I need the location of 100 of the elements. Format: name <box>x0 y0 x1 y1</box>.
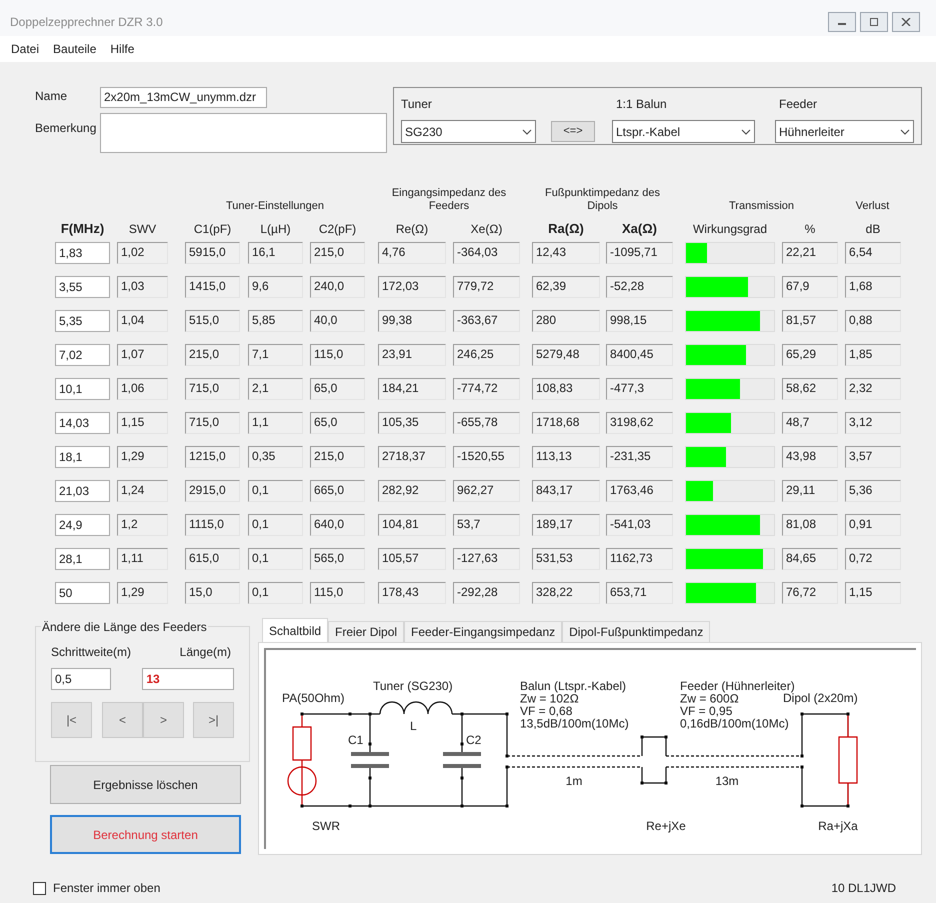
result-field: 1,02 <box>117 242 168 264</box>
minimize-button[interactable] <box>828 12 856 32</box>
result-field: 240,0 <box>310 276 365 298</box>
menu-item[interactable]: Hilfe <box>110 40 134 58</box>
close-icon <box>901 18 911 26</box>
clear-button[interactable]: Ergebnisse löschen <box>50 765 241 804</box>
result-field: 2915,0 <box>185 480 240 502</box>
menu-item[interactable]: Datei <box>11 40 40 58</box>
result-field: 215,0 <box>185 344 240 366</box>
frequency-field[interactable]: 28,1 <box>55 548 110 570</box>
window-title: Doppelzepprechner DZR 3.0 <box>10 14 163 31</box>
result-field: 1,1 <box>248 412 303 434</box>
result-field: 9,6 <box>248 276 303 298</box>
capacitor-label: C2 <box>466 733 482 747</box>
name-label: Name <box>35 88 68 105</box>
result-field: 246,25 <box>453 344 520 366</box>
result-field: 515,0 <box>185 310 240 332</box>
tab[interactable]: Dipol-Fußpunktimpedanz <box>562 621 710 642</box>
result-field: 1162,73 <box>606 548 673 570</box>
result-field: 0,1 <box>248 514 303 536</box>
result-field: -363,67 <box>453 310 520 332</box>
result-field: 1,15 <box>845 582 901 604</box>
result-field: 0,1 <box>248 480 303 502</box>
column-header: L(µH) <box>259 221 292 238</box>
result-field: 62,39 <box>532 276 600 298</box>
frequency-field[interactable]: 50 <box>55 582 110 604</box>
tuner-label: Tuner (SG230) <box>373 679 453 693</box>
checkbox[interactable] <box>33 882 46 894</box>
result-field: 0,91 <box>845 514 901 536</box>
step-button[interactable]: >| <box>193 702 234 738</box>
result-field: 1,11 <box>117 548 168 570</box>
capacitor-label: C1 <box>348 733 364 747</box>
feeder-spec-text: Zw = 600Ω <box>680 692 739 706</box>
length-label: 1m <box>566 774 582 788</box>
result-field: 0,88 <box>845 310 901 332</box>
frequency-field[interactable]: 21,03 <box>55 480 110 502</box>
result-field: 67,9 <box>782 276 838 298</box>
column-header: Ra(Ω) <box>547 220 585 238</box>
result-field: 5,36 <box>845 480 901 502</box>
result-field: 99,38 <box>378 310 446 332</box>
menu-item[interactable]: Bauteile <box>53 40 96 58</box>
frequency-field[interactable]: 7,02 <box>55 344 110 366</box>
tab[interactable]: Freier Dipol <box>328 621 404 642</box>
frequency-field[interactable]: 14,03 <box>55 412 110 434</box>
maximize-button[interactable] <box>860 12 888 32</box>
result-field: 15,0 <box>185 582 240 604</box>
tab[interactable]: Schaltbild <box>262 618 328 642</box>
result-field: 0,1 <box>248 548 303 570</box>
result-field: 215,0 <box>310 242 365 264</box>
result-field: 65,0 <box>310 378 365 400</box>
result-field: 1,06 <box>117 378 168 400</box>
frequency-field[interactable]: 24,9 <box>55 514 110 536</box>
result-field: 0,72 <box>845 548 901 570</box>
result-field: 1,85 <box>845 344 901 366</box>
frequency-field[interactable]: 18,1 <box>55 446 110 468</box>
result-field: 665,0 <box>310 480 365 502</box>
result-field: 108,83 <box>532 378 600 400</box>
result-field: 328,22 <box>532 582 600 604</box>
frequency-field[interactable]: 1,83 <box>55 242 110 264</box>
swap-button[interactable]: <=> <box>551 121 595 142</box>
result-field: 715,0 <box>185 412 240 434</box>
feeder-dropdown[interactable]: Hühnerleiter <box>775 120 914 143</box>
length-field[interactable]: 13 <box>142 668 234 690</box>
frequency-field[interactable]: 3,55 <box>55 276 110 298</box>
result-field: 653,71 <box>606 582 673 604</box>
chevron-down-icon <box>741 128 751 134</box>
balun-label: 1:1 Balun <box>616 96 668 113</box>
feeder-spec-text: Feeder (Hühnerleiter) <box>680 679 795 693</box>
close-button[interactable] <box>892 12 920 32</box>
impedance-label: Ra+jXa <box>818 819 858 833</box>
result-field: -1095,71 <box>606 242 673 264</box>
balun-spec-text: 13,5dB/100m(10Mc) <box>520 716 629 730</box>
result-field: 615,0 <box>185 548 240 570</box>
result-field: 565,0 <box>310 548 365 570</box>
balun-dropdown[interactable]: Ltspr.-Kabel <box>612 120 755 143</box>
frequency-field[interactable]: 5,35 <box>55 310 110 332</box>
result-field: 7,1 <box>248 344 303 366</box>
remark-field[interactable] <box>100 113 387 153</box>
result-field: 115,0 <box>310 344 365 366</box>
result-field: 3,57 <box>845 446 901 468</box>
source-label: PA(50Ohm) <box>282 691 344 705</box>
step-button[interactable]: |< <box>51 702 92 738</box>
result-field: -1520,55 <box>453 446 520 468</box>
tab[interactable]: Feeder-Eingangsimpedanz <box>404 621 562 642</box>
step-field[interactable]: 0,5 <box>51 668 112 690</box>
column-header: F(MHz) <box>60 220 106 238</box>
result-field: -477,3 <box>606 378 673 400</box>
result-field: 2718,37 <box>378 446 446 468</box>
result-field: 1763,46 <box>606 480 673 502</box>
step-button[interactable]: > <box>143 702 184 738</box>
result-field: 115,0 <box>310 582 365 604</box>
result-field: 843,17 <box>532 480 600 502</box>
step-button[interactable]: < <box>102 702 143 738</box>
column-header: % <box>804 221 816 238</box>
frequency-field[interactable]: 10,1 <box>55 378 110 400</box>
result-field: 1718,68 <box>532 412 600 434</box>
name-field[interactable]: 2x20m_13mCW_unymm.dzr <box>100 87 267 108</box>
tuner-dropdown[interactable]: SG230 <box>401 120 536 143</box>
result-field: 65,0 <box>310 412 365 434</box>
feeder-spec-text: 0,16dB/100m(10Mc) <box>680 716 789 730</box>
